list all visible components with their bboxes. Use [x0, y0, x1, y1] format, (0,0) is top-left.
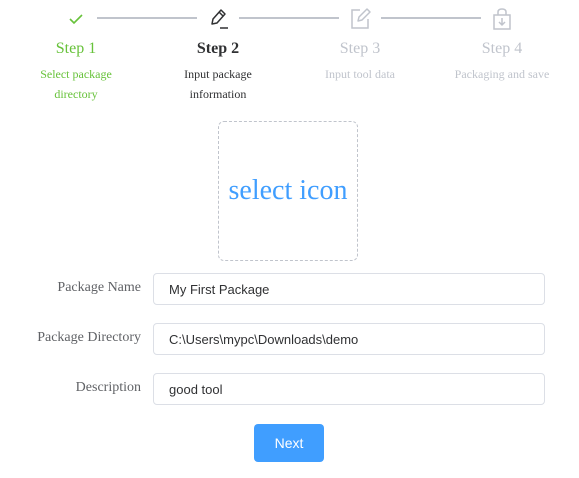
- package-name-label: Package Name: [57, 280, 141, 295]
- step-1-title: Step 1: [55, 40, 97, 57]
- package-name-input[interactable]: [153, 273, 545, 305]
- step-3: Step 3 Input tool data: [295, 6, 425, 84]
- step-2-desc: Input package information: [184, 67, 252, 101]
- step-1-desc: Select package directory: [40, 67, 112, 101]
- check-icon: [11, 6, 141, 32]
- description-label: Description: [75, 380, 141, 395]
- step-2: Step 2 Input package information: [153, 6, 283, 104]
- step-4-desc: Packaging and save: [454, 67, 550, 81]
- step-1: Step 1 Select package directory: [11, 6, 141, 104]
- step-3-desc: Input tool data: [325, 67, 395, 81]
- edit-icon: [295, 6, 425, 32]
- form-row-package-name: Package Name: [0, 273, 579, 305]
- form-row-description: Description: [0, 373, 579, 405]
- description-input[interactable]: [153, 373, 545, 405]
- step-4: Step 4 Packaging and save: [437, 6, 567, 84]
- next-button[interactable]: Next: [254, 424, 324, 462]
- step-4-title: Step 4: [481, 40, 523, 57]
- steps-bar: Step 1 Select package directory Step 2 I…: [0, 0, 579, 110]
- step-3-title: Step 3: [339, 40, 381, 57]
- form-row-package-directory: Package Directory: [0, 323, 579, 355]
- pencil-icon: [153, 6, 283, 32]
- package-directory-input[interactable]: [153, 323, 545, 355]
- step-2-title: Step 2: [196, 40, 240, 57]
- icon-picker-label: select icon: [228, 175, 348, 206]
- icon-picker[interactable]: select icon: [218, 121, 358, 261]
- shopping-bag-icon: [437, 6, 567, 32]
- package-directory-label: Package Directory: [37, 330, 141, 345]
